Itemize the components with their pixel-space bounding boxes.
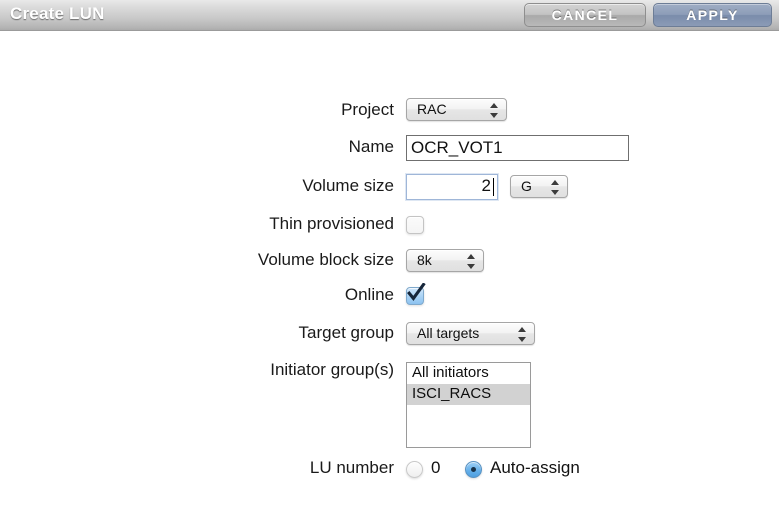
form-row-name: Name [0, 135, 779, 165]
form-row-target-group: Target group All targets [0, 321, 779, 351]
apply-button[interactable]: APPLY [653, 3, 772, 27]
target-group-value: All targets [417, 325, 480, 341]
text-cursor [493, 178, 494, 196]
lu-number-radio-zero-label: 0 [431, 458, 441, 477]
cancel-button[interactable]: CANCEL [524, 3, 646, 27]
label-name: Name [348, 137, 394, 156]
initiator-groups-listbox[interactable]: All initiators ISCI_RACS [406, 362, 531, 448]
window-title: Create LUN [10, 4, 105, 23]
label-thin-provisioned: Thin provisioned [269, 214, 394, 233]
lu-number-radio-auto-label: Auto-assign [490, 458, 580, 477]
form-row-online: Online [0, 283, 779, 313]
form-row-initiator-groups: Initiator group(s) All initiators ISCI_R… [0, 357, 779, 448]
name-input[interactable] [406, 135, 629, 161]
label-volume-size: Volume size [302, 176, 394, 195]
chevron-updown-icon [467, 253, 476, 270]
volume-size-value: 2 [481, 176, 491, 195]
form-row-volume-block-size: Volume block size 8k [0, 248, 779, 278]
volume-size-unit-value: G [521, 178, 532, 194]
lu-number-radio-auto[interactable] [465, 461, 482, 478]
online-checkbox[interactable] [406, 287, 424, 305]
lu-number-radio-zero[interactable] [406, 461, 423, 478]
volume-size-input[interactable]: 2 [406, 174, 498, 200]
project-select[interactable]: RAC [406, 98, 507, 121]
label-lu-number: LU number [309, 458, 394, 477]
form-row-volume-size: Volume size 2 G [0, 174, 779, 204]
volume-block-size-value: 8k [417, 252, 432, 268]
label-volume-block-size: Volume block size [257, 250, 394, 269]
thin-provisioned-checkbox[interactable] [406, 216, 424, 234]
label-online: Online [344, 285, 394, 304]
chevron-updown-icon [490, 102, 499, 119]
chevron-updown-icon [551, 179, 560, 196]
form-row-lu-number: LU number 0 Auto-assign [0, 455, 779, 485]
label-initiator-groups: Initiator group(s) [270, 360, 394, 379]
target-group-select[interactable]: All targets [406, 322, 535, 345]
list-item[interactable]: All initiators [407, 363, 530, 384]
form-row-project: Project RAC [0, 97, 779, 127]
volume-block-size-select[interactable]: 8k [406, 249, 484, 272]
project-select-value: RAC [417, 101, 447, 117]
form-row-thin-provisioned: Thin provisioned [0, 212, 779, 242]
label-target-group: Target group [298, 323, 394, 342]
volume-size-unit-select[interactable]: G [510, 175, 568, 198]
chevron-updown-icon [518, 326, 527, 343]
label-project: Project [341, 100, 394, 119]
window-titlebar: Create LUN CANCEL APPLY [0, 0, 779, 31]
list-item[interactable]: ISCI_RACS [407, 384, 530, 405]
